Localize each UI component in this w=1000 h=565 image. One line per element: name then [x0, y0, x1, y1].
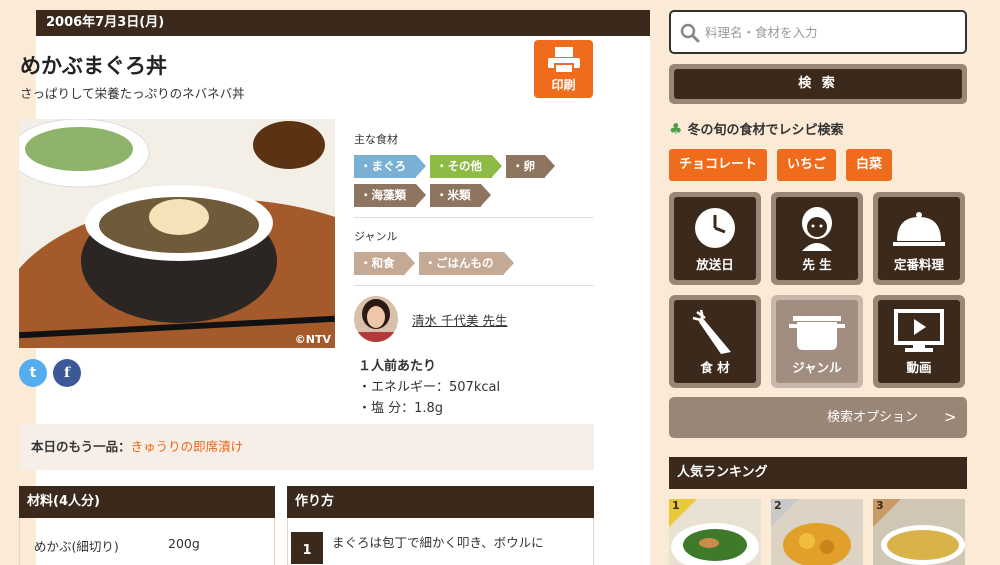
ingredients-header: 材料(4人分) — [19, 486, 275, 518]
another-dish-label: 本日のもう一品： — [31, 439, 131, 454]
another-dish-link[interactable]: きゅうりの即席漬け — [131, 439, 244, 454]
ingredient-tags-block: 主な食材 ・まぐろ ・その他 ・卵 ・海藻類 ・米類 ジャンル ・和食 ・ごはん… — [354, 131, 594, 296]
chevron-right-icon: > — [944, 408, 957, 426]
tag-other[interactable]: ・その他 — [430, 155, 502, 178]
tag-rice-dish[interactable]: ・ごはんもの — [418, 252, 514, 275]
category-genre[interactable]: ジャンル — [771, 295, 863, 388]
seasonal-item-strawberry[interactable]: いちご — [777, 149, 837, 181]
category-video[interactable]: 動画 — [873, 295, 965, 388]
ranking-heading: 人気ランキング — [669, 457, 967, 489]
video-icon — [894, 309, 944, 352]
divider — [354, 285, 594, 286]
ranking-item[interactable]: 1 — [669, 499, 761, 565]
nutrition-energy: ・エネルギー：507kcal — [358, 380, 501, 395]
tag-japanese[interactable]: ・和食 — [354, 252, 414, 275]
seasonal-item-chinese-cabbage[interactable]: 白菜 — [846, 149, 893, 181]
rank-number: 3 — [876, 499, 884, 512]
divider — [354, 217, 594, 218]
ranking-item[interactable]: 2 — [771, 499, 863, 565]
teacher-avatar — [354, 296, 398, 342]
search-button[interactable]: 検 索 — [669, 64, 967, 104]
genre-label: ジャンル — [354, 230, 398, 243]
ingredients-list: めかぶ(細切り) 200g — [19, 518, 275, 565]
print-button[interactable]: 印刷 — [534, 40, 593, 98]
search-option-button[interactable]: 検索オプション > — [669, 397, 967, 438]
tag-tuna[interactable]: ・まぐろ — [354, 155, 426, 178]
seasonal-item-chocolate[interactable]: チョコレート — [669, 149, 768, 181]
rank-number: 2 — [774, 499, 782, 512]
teacher-name-link[interactable]: 清水 千代美 先生 — [412, 310, 507, 329]
printer-icon — [547, 47, 580, 74]
clover-icon: ♣ — [669, 119, 683, 138]
category-label: 定番料理 — [893, 257, 944, 272]
seasonal-heading-text: 冬の旬の食材でレシピ検索 — [687, 123, 844, 138]
nutrition-salt: ・塩 分：1.8g — [358, 401, 444, 416]
nutrition-info: １人前あたり ・エネルギー：507kcal ・塩 分：1.8g — [358, 356, 500, 419]
howto-header: 作り方 — [287, 486, 594, 518]
tag-seaweed[interactable]: ・海藻類 — [354, 184, 426, 207]
category-standard-dishes[interactable]: 定番料理 — [873, 192, 965, 285]
nutrition-heading: １人前あたり — [358, 359, 437, 374]
seasonal-items: チョコレート いちご 白菜 — [669, 149, 893, 181]
ranking-item[interactable]: 3 — [873, 499, 965, 565]
clock-icon — [695, 208, 735, 248]
search-option-label: 検索オプション — [827, 410, 919, 425]
howto-steps: 1 まぐろは包丁で細かく叩き、ボウルに — [287, 518, 594, 565]
broadcast-date: 2006年7月3日(月) — [36, 10, 650, 36]
category-label: ジャンル — [792, 360, 842, 375]
search-input[interactable] — [705, 20, 955, 44]
step-number: 1 — [291, 532, 323, 564]
tag-rice[interactable]: ・米類 — [430, 184, 490, 207]
recipe-subtitle: さっぱりして栄養たっぷりのネバネバ丼 — [20, 86, 245, 101]
category-ingredients[interactable]: 食 材 — [669, 295, 761, 388]
twitter-icon: t — [29, 365, 37, 381]
another-dish: 本日のもう一品：きゅうりの即席漬け — [19, 424, 594, 470]
category-label: 先 生 — [802, 257, 832, 272]
recipe-title: めかぶまぐろ丼 — [20, 54, 167, 78]
facebook-share-button[interactable]: f — [53, 359, 81, 387]
search-button-label: 検 索 — [674, 69, 962, 99]
category-label: 動画 — [906, 360, 932, 375]
twitter-share-button[interactable]: t — [19, 359, 47, 387]
category-label: 食 材 — [700, 360, 730, 375]
ingredient-quantity: 200g — [168, 536, 200, 551]
category-label: 放送日 — [696, 257, 734, 272]
ingredient-name: めかぶ(細切り) — [34, 539, 119, 554]
print-label: 印刷 — [551, 78, 576, 92]
rank-number: 1 — [672, 499, 680, 512]
recipe-photo: ©NTV — [19, 119, 335, 348]
category-teacher[interactable]: 先 生 — [771, 192, 863, 285]
tag-egg[interactable]: ・卵 — [506, 155, 555, 178]
main-ingredients-label: 主な食材 — [354, 133, 398, 146]
seasonal-heading: ♣ 冬の旬の食材でレシピ検索 — [669, 119, 844, 139]
teacher-icon — [802, 207, 832, 251]
search-field[interactable] — [669, 10, 967, 54]
teacher: 清水 千代美 先生 — [354, 296, 507, 342]
carrot-icon — [692, 309, 731, 354]
photo-watermark: ©NTV — [294, 333, 331, 346]
step-text: まぐろは包丁で細かく叩き、ボウルに — [332, 535, 544, 550]
cloche-icon — [893, 212, 945, 246]
category-broadcast-date[interactable]: 放送日 — [669, 192, 761, 285]
facebook-icon: f — [63, 365, 71, 381]
search-icon — [680, 23, 700, 43]
pot-icon — [789, 316, 845, 350]
